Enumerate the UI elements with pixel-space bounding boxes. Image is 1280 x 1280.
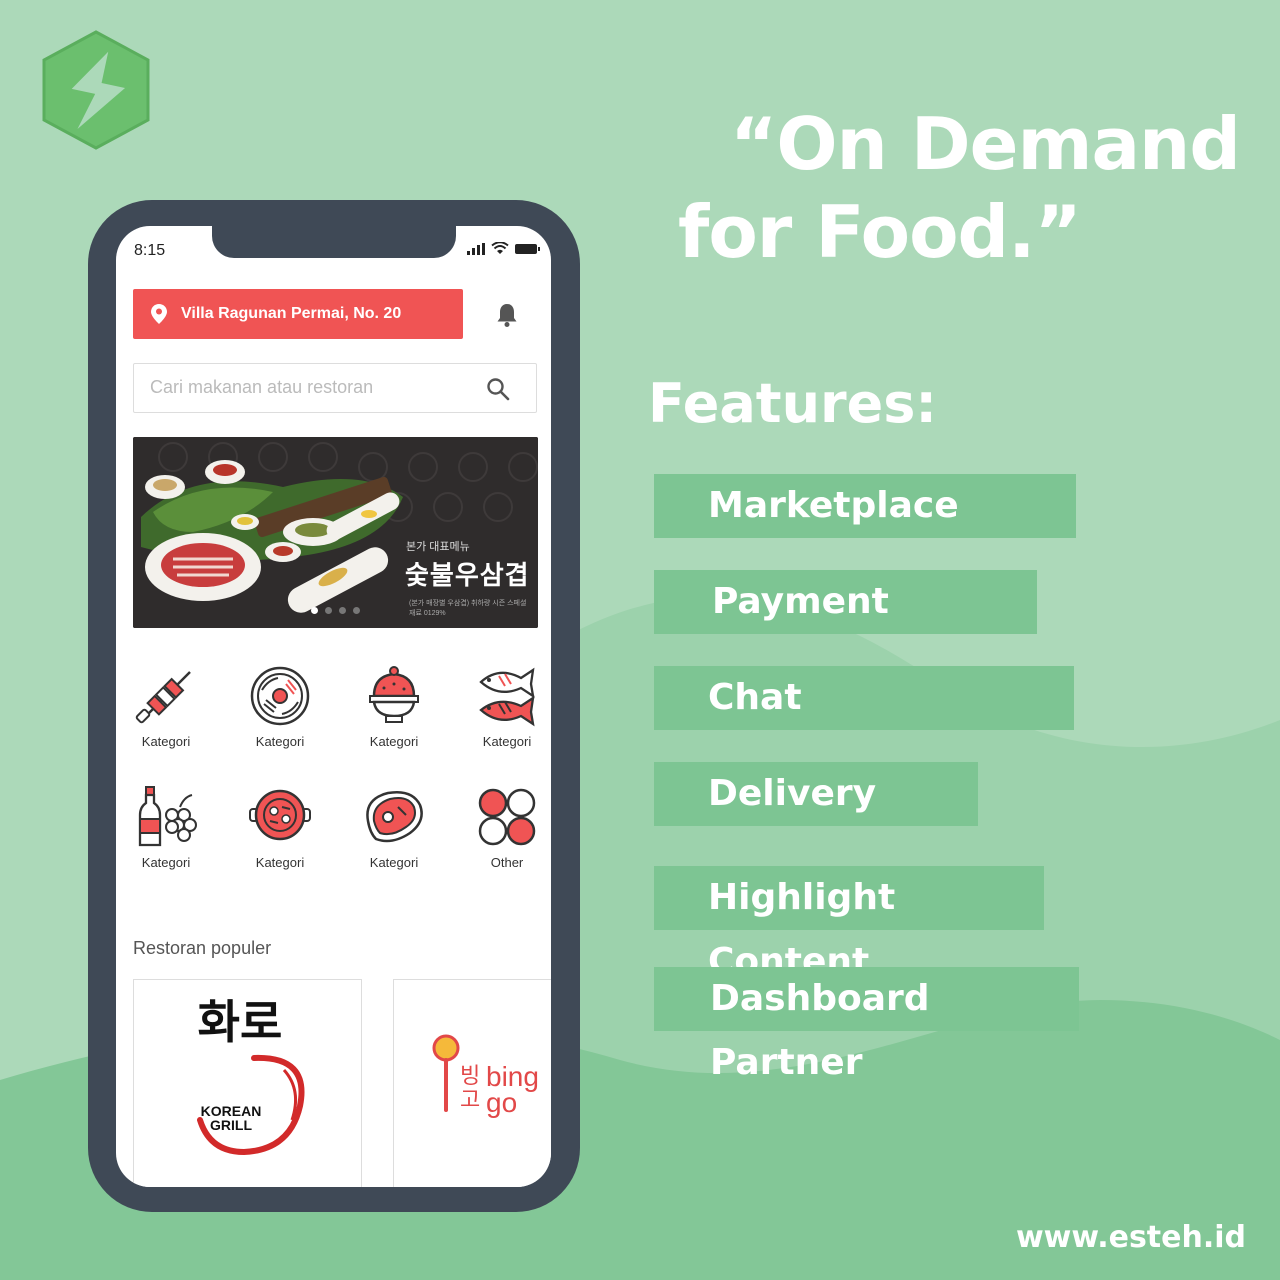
category-label: Kategori [141, 734, 191, 749]
carousel-dots [311, 607, 360, 614]
category-item[interactable]: Kategori [116, 664, 221, 749]
restaurant-logo-english-text: KOREAN GRILL [186, 1104, 276, 1132]
hotpot-icon [249, 789, 311, 841]
category-item[interactable]: Kategori [225, 664, 335, 749]
location-selector[interactable]: Villa Ragunan Permai, No. 20 [133, 289, 463, 339]
restaurant-card[interactable]: 빙 고 bing go [393, 979, 551, 1187]
website-url[interactable]: www.esteh.id [1016, 1220, 1246, 1255]
promo-banner[interactable]: 본가 대표메뉴 숯불우삼겹 (본가 매장별 우삼겹) 취하량 시즌 스페셜 재료… [133, 437, 538, 628]
esteh-logo-icon [42, 30, 150, 150]
carousel-dot[interactable] [353, 607, 360, 614]
bell-icon[interactable] [496, 302, 518, 328]
restaurant-logo-line-2: GRILL [210, 1117, 252, 1133]
category-item[interactable]: Kategori [116, 785, 221, 870]
category-item[interactable]: Kategori [225, 785, 335, 870]
feature-delivery: Delivery [654, 762, 978, 826]
category-label: Kategori [369, 734, 419, 749]
popular-restaurants-title: Restoran populer [133, 938, 272, 958]
restaurant-logo-korean-text: 빙 고 [460, 1064, 480, 1112]
carousel-dot[interactable] [325, 607, 332, 614]
category-label: Kategori [369, 855, 419, 870]
restaurant-logo-line-1: KOREAN [200, 1103, 262, 1119]
soju-grapes-icon [138, 786, 197, 847]
banner-subtitle: 본가 대표메뉴 [406, 541, 470, 553]
headline: “On Demand for Food.” [640, 100, 1260, 276]
category-item[interactable]: Kategori [452, 664, 551, 749]
status-time: 8:15 [134, 242, 166, 259]
battery-icon [515, 243, 540, 254]
category-label: Kategori [141, 855, 191, 870]
search-icon[interactable] [486, 377, 510, 401]
feature-payment: Payment [654, 570, 1037, 634]
category-label: Kategori [255, 855, 305, 870]
other-circles-icon [478, 788, 536, 846]
category-label: Kategori [482, 734, 532, 749]
feature-chat: Chat [654, 666, 1074, 730]
location-text: Villa Ragunan Permai, No. 20 [181, 305, 402, 322]
restaurant-card[interactable]: 화로 KOREAN GRILL [133, 979, 362, 1187]
category-item[interactable]: Other [452, 785, 551, 870]
restaurant-logo-line-2: go [486, 1087, 518, 1118]
steak-icon [366, 791, 423, 843]
carousel-dot[interactable] [311, 607, 318, 614]
category-label: Kategori [255, 734, 305, 749]
signal-icon [467, 242, 485, 255]
headline-line-1: “On Demand [730, 102, 1241, 186]
restaurant-logo-korean-text: 화로 [197, 996, 283, 1048]
features-title: Features: [648, 372, 938, 435]
app-screen: 8:15 Villa Ragunan Permai, No. 20 Cari m… [116, 226, 551, 1187]
skewer-icon [135, 671, 191, 724]
bibimbap-bowl-icon [250, 666, 310, 726]
category-item[interactable]: Kategori [339, 785, 449, 870]
banner-title: 숯불우삼겹 [405, 560, 530, 590]
fish-icon [479, 667, 535, 727]
restaurant-logo-line-2: 고 [460, 1087, 481, 1112]
shaved-ice-icon [369, 666, 419, 723]
phone-mockup: 8:15 Villa Ragunan Permai, No. 20 Cari m… [88, 200, 580, 1212]
wifi-icon [491, 242, 509, 254]
restaurant-logo-english-text: bing go [486, 1063, 539, 1118]
status-icons [467, 242, 541, 255]
category-label: Other [490, 855, 524, 870]
restaurant-logo-line-1: 빙 [460, 1063, 481, 1088]
location-pin-icon [151, 304, 167, 324]
phone-notch [212, 226, 456, 258]
search-field[interactable] [133, 363, 537, 413]
feature-dashboard-partner: Dashboard Partner [654, 967, 1079, 1083]
feature-marketplace: Marketplace [654, 474, 1076, 538]
carousel-dot[interactable] [339, 607, 346, 614]
category-item[interactable]: Kategori [339, 664, 449, 749]
banner-note: (본가 매장별 우삼겹) 취하량 시즌 스페셜 재료 0129% [409, 600, 527, 617]
feature-highlight-content: Highlight Content [654, 866, 1044, 982]
search-input[interactable] [148, 376, 472, 399]
headline-line-2: for Food.” [678, 190, 1082, 274]
